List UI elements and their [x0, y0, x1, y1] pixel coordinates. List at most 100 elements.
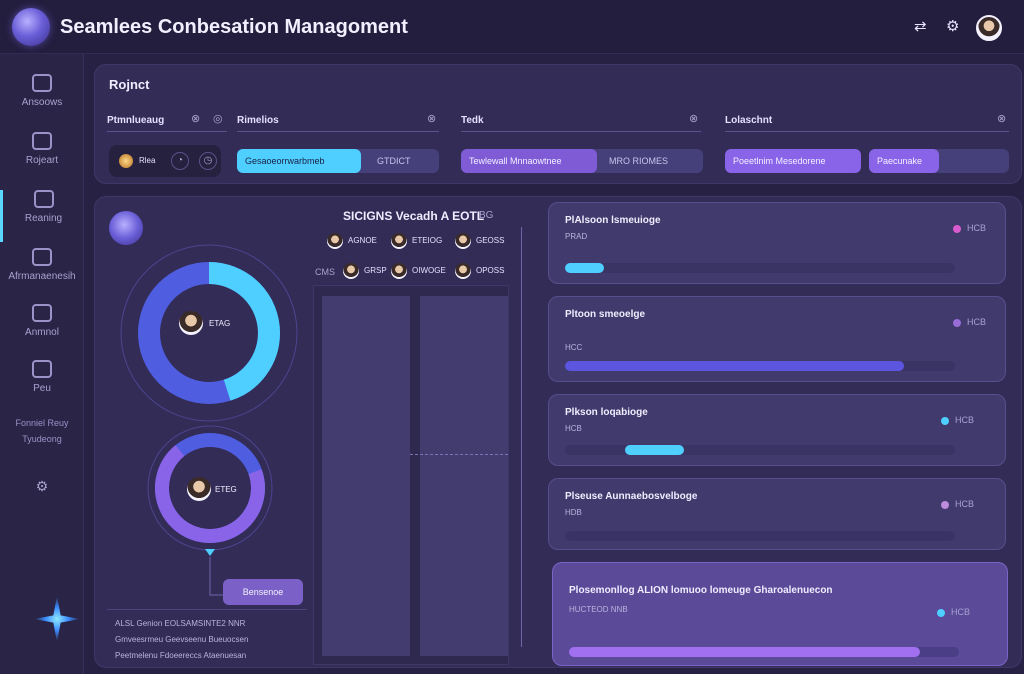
conversation-sub: HCC — [565, 343, 583, 352]
column-label: Ptmnlueaug — [107, 115, 165, 126]
sidebar-item-peu[interactable]: Peu — [0, 360, 84, 412]
status-dot — [953, 318, 961, 327]
sidebar-item-label: Rojeart — [25, 155, 59, 166]
sidebar-item-label: Ansoows — [21, 97, 63, 108]
column-label: Lolaschnt — [725, 115, 773, 126]
user-avatar[interactable] — [976, 15, 1002, 41]
agent-name: OIWOGE — [412, 266, 446, 275]
agent-chip[interactable]: OIWOGE — [391, 263, 461, 279]
tag-label: CMS — [315, 267, 335, 277]
conversation-sub: PRAD — [565, 232, 588, 241]
conversation-sub: HCB — [565, 424, 582, 433]
gear-icon: ⚙ — [35, 478, 49, 494]
agent-avatar[interactable] — [187, 477, 211, 501]
status-pill[interactable]: Poeetlnim Mesedorene — [725, 149, 861, 173]
status-dot — [941, 500, 949, 509]
badge-text: HCB — [955, 499, 975, 509]
grid-icon — [32, 132, 52, 150]
progress-track — [565, 531, 955, 541]
conversation-badge: HCB — [941, 499, 974, 509]
conversation-card[interactable]: Plkson loqabioge HCB HCB — [548, 394, 1006, 466]
agent-chip[interactable]: ETEIOG — [391, 233, 461, 249]
avatar — [391, 233, 407, 249]
progress-fill — [625, 445, 684, 455]
agent-chip[interactable]: AGNOE — [327, 233, 397, 249]
status-dot — [953, 224, 961, 233]
pill-right-label: GTDICT — [377, 156, 411, 166]
progress-fill — [565, 361, 905, 371]
link-icon[interactable]: ⊗ — [689, 112, 698, 125]
view-icon[interactable]: ◎ — [213, 112, 223, 125]
column-divider — [725, 131, 1009, 132]
timeline-column — [420, 296, 508, 656]
document-icon — [32, 304, 52, 322]
grid-icon — [32, 248, 52, 266]
sidebar-item-rojeart[interactable]: Rojeart — [0, 132, 84, 184]
progress-track — [565, 263, 955, 273]
pill-right-label: MRO RIOMES — [609, 156, 669, 166]
sidebar-item-reaning[interactable]: Reaning — [0, 190, 84, 242]
badge-text: HCB — [967, 317, 987, 327]
conversation-title: Plkson loqabioge — [565, 407, 648, 418]
sidebar-item-afrmanaenesih[interactable]: Afrmanaenesih — [0, 248, 84, 300]
chat-icon[interactable]: ◔ — [171, 152, 189, 170]
legend-row: ALSL Genion EOLSAMSINTE2 NNR — [115, 619, 246, 628]
conversation-badge: HCB — [937, 607, 970, 617]
conversation-card[interactable]: Plseuse Aunnaebosvelboge HDB HCB — [548, 478, 1006, 550]
agent-avatar[interactable] — [179, 311, 203, 335]
progress-track — [565, 361, 955, 371]
calendar-icon — [32, 360, 52, 378]
agent-name: GRSP — [364, 266, 387, 275]
filter-icon[interactable]: ⊗ — [997, 112, 1006, 125]
conversation-card[interactable]: Pltoon smeoelge HCC HCB — [548, 296, 1006, 382]
settings-icon[interactable]: ⚙ — [946, 17, 959, 35]
agent-chip[interactable]: OPOSS — [455, 263, 525, 279]
clock-icon[interactable]: ◷ — [199, 152, 217, 170]
sidebar-item-label: Afrmanaenesih — [8, 271, 76, 282]
status-dot — [937, 608, 945, 617]
agent-name: ETEIOG — [412, 236, 443, 245]
swap-icon[interactable]: ⇄ — [914, 17, 927, 35]
project-panel: Rojnct Ptmnlueaug ⊗ ◎ Rimelios ⊗ Tedk ⊗ … — [94, 64, 1022, 184]
conversation-badge: HCB — [953, 317, 986, 327]
conversation-sub: HUCTEOD NNB — [569, 605, 628, 614]
link-icon[interactable]: ⊗ — [427, 112, 436, 125]
conversation-sub: HDB — [565, 508, 582, 517]
conversation-badge: HCB — [953, 223, 986, 233]
sparkle-icon — [34, 596, 80, 642]
connector-trunk — [521, 227, 522, 647]
status-pill[interactable]: Paecunake — [869, 149, 939, 173]
timeline-grid — [313, 285, 509, 665]
agent-name: AGNOE — [348, 236, 377, 245]
timeline-marker — [410, 454, 508, 455]
avatar — [455, 233, 471, 249]
sidebar-item-label: Reaning — [24, 213, 63, 224]
status-pill[interactable]: Gesaoeorrwarbmeb — [237, 149, 361, 173]
tag-button[interactable]: Bensenoe — [223, 579, 303, 605]
link-icon[interactable]: ⊗ — [191, 112, 200, 125]
conversation-title: Plosemonllog ALION lomuoo lomeuge Gharoa… — [569, 585, 833, 596]
conversation-card[interactable]: PlAlsoon lsmeuioge PRAD HCB — [548, 202, 1006, 284]
sidebar-extra-line: Tyudeong — [22, 434, 62, 444]
sidebar-extra-line: Fonniel Reuy — [15, 418, 69, 428]
ring-label: ETEG — [215, 485, 237, 494]
image-icon — [33, 190, 54, 208]
sidebar-item-settings[interactable]: ⚙ — [0, 478, 84, 530]
sidebar-item-label: Peu — [33, 383, 51, 394]
sidebar-item-ansoows[interactable]: Ansoows — [0, 74, 84, 126]
status-pill[interactable]: Tewlewall Mnnaowtnee — [461, 149, 597, 173]
agent-chip[interactable]: GEOSS — [455, 233, 525, 249]
mini-card[interactable]: Rlea ◔ ◷ — [109, 145, 221, 177]
progress-track — [565, 445, 955, 455]
agent-name: OPOSS — [476, 266, 505, 275]
donut-chart-large — [120, 244, 298, 422]
avatar — [391, 263, 407, 279]
conversation-card-highlighted[interactable]: Plosemonllog ALION lomuoo lomeuge Gharoa… — [552, 562, 1008, 666]
badge-text: HCB — [967, 223, 987, 233]
avatar — [343, 263, 359, 279]
column-divider — [461, 131, 701, 132]
avatar — [455, 263, 471, 279]
mini-card-text: Rlea — [139, 156, 156, 165]
chart-count: BG — [479, 210, 494, 221]
sidebar-item-anmnol[interactable]: Anmnol — [0, 304, 84, 356]
